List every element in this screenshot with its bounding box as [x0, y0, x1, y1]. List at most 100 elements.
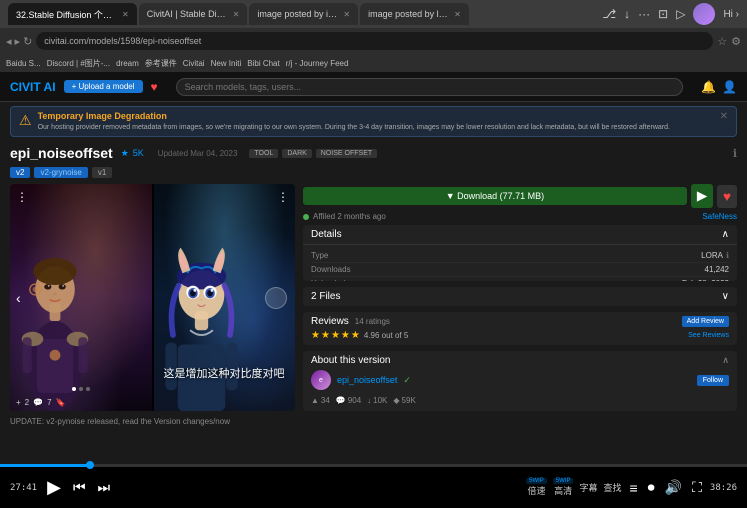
- left-image-more-btn[interactable]: ⋮: [16, 190, 28, 204]
- tab-image1[interactable]: image posted by imagep... ✕: [249, 3, 358, 25]
- bookmark-dream[interactable]: dream: [116, 59, 139, 68]
- bookmark-slides[interactable]: 参考课件: [145, 58, 177, 69]
- bookmark-civitai[interactable]: Civitai: [183, 59, 205, 68]
- image-overlay-text: 这是增加这种对比度对吧: [164, 365, 286, 381]
- favorite-button[interactable]: ♥: [717, 185, 737, 208]
- model-name: epi_noiseoffset: [10, 145, 113, 161]
- bookmark-bibichat[interactable]: Bibi Chat: [247, 59, 279, 68]
- user-avatar[interactable]: [693, 3, 715, 25]
- type-value-text: LORA: [701, 251, 723, 260]
- settings-icon[interactable]: ⚙: [731, 35, 741, 48]
- more-icon[interactable]: ···: [638, 7, 650, 21]
- civit-search-input[interactable]: [176, 78, 683, 96]
- download-count: 10K: [373, 396, 387, 405]
- image-nav-prev[interactable]: ‹: [16, 290, 21, 306]
- next-button[interactable]: ⏭: [96, 477, 113, 498]
- quality-control[interactable]: 5WIP 高清: [553, 478, 574, 497]
- social-stats: ▲ 34 💬 904 ↓ 10K ◆ 59K: [311, 394, 729, 407]
- version-v2[interactable]: v2: [10, 167, 30, 178]
- back-icon[interactable]: ◂: [6, 35, 12, 48]
- subtitle-control[interactable]: 字幕: [579, 481, 597, 494]
- image-grid: ⋮ ‹: [10, 184, 295, 411]
- version-v1[interactable]: v1: [92, 167, 112, 178]
- share-icon[interactable]: ⎇: [602, 7, 616, 21]
- download-row: ▼ Download (77.71 MB) ▶ ♥: [303, 184, 737, 208]
- prev-button[interactable]: ⏮: [71, 477, 88, 498]
- image-comment-count: 7: [47, 398, 51, 407]
- tag-noise-offset[interactable]: NOISE OFFSET: [316, 149, 377, 158]
- download-icon[interactable]: ↓: [624, 7, 630, 21]
- bookmark-discord[interactable]: Discord | #图片-...: [47, 58, 110, 69]
- user-menu-icon[interactable]: 👤: [722, 80, 737, 94]
- see-reviews-link[interactable]: See Reviews: [688, 332, 729, 339]
- notification-close-icon[interactable]: ✕: [720, 111, 728, 122]
- hi-label[interactable]: Hi ›: [723, 9, 739, 20]
- active-tab[interactable]: 32.Stable Diffusion 个人画风的训练培养... ✕: [8, 3, 137, 25]
- search-control[interactable]: 查找: [603, 481, 621, 494]
- progress-fill: [0, 464, 90, 467]
- tag-tool[interactable]: TOOL: [249, 149, 278, 158]
- screen-icon[interactable]: ⊡: [658, 7, 668, 21]
- favorites-icon[interactable]: ♥: [151, 80, 158, 94]
- volume-button[interactable]: 🔊: [663, 477, 684, 498]
- creator-name[interactable]: epi_noiseoffset: [337, 375, 397, 385]
- browser-chrome: 32.Stable Diffusion 个人画风的训练培养... ✕ Civit…: [0, 0, 747, 72]
- tag-dark[interactable]: DARK: [282, 149, 311, 158]
- bookmark-journey[interactable]: r/j - Journey Feed: [286, 59, 349, 68]
- fullscreen-button[interactable]: ⛶: [690, 477, 704, 498]
- downloads-value: 41,242: [705, 265, 729, 274]
- image-right[interactable]: 这是增加这种对比度对吧 ⋮: [154, 184, 296, 411]
- tab-image1-label: image posted by imagep...: [257, 9, 337, 19]
- stats-count: 5K: [133, 148, 144, 158]
- type-info-icon[interactable]: ℹ: [726, 251, 729, 260]
- upload-model-button[interactable]: + Upload a model: [64, 80, 143, 93]
- record-button[interactable]: ⏺: [646, 477, 657, 498]
- browser-controls: ⎇ ↓ ··· ⊡ ▷ Hi ›: [602, 3, 739, 25]
- detail-type-row: Type LORA ℹ: [311, 249, 729, 263]
- refresh-icon[interactable]: ↻: [23, 35, 32, 48]
- online-indicator: [303, 214, 309, 220]
- tab-image2-close[interactable]: ✕: [454, 10, 461, 19]
- version-v2-pynoise[interactable]: v2-grynoise: [34, 167, 87, 178]
- uploaded-label: Uploaded: [311, 279, 345, 281]
- image-left[interactable]: ⋮ ‹: [10, 184, 152, 411]
- download-button[interactable]: ▼ Download (77.71 MB): [303, 187, 687, 205]
- progress-bar[interactable]: [0, 464, 747, 467]
- info-icon[interactable]: ℹ: [733, 147, 737, 160]
- notification-title: Temporary Image Degradation: [38, 111, 714, 121]
- files-header[interactable]: 2 Files ∨: [303, 287, 737, 306]
- play-preview-button[interactable]: ▶: [691, 184, 713, 208]
- details-header[interactable]: Details ∧: [303, 225, 737, 245]
- playlist-button[interactable]: ≡: [627, 478, 639, 498]
- star-1: ★: [311, 330, 320, 341]
- play-pause-button[interactable]: ▶: [45, 475, 63, 500]
- character-right-svg: [154, 221, 249, 411]
- page-content: CIVIT AI + Upload a model ♥ 🔔 👤 ⚠ Tempor…: [0, 72, 747, 464]
- about-title: About this version: [311, 355, 391, 366]
- notification-icon[interactable]: 🔔: [701, 80, 716, 94]
- bookmark-newiniti[interactable]: New Initi: [211, 59, 242, 68]
- bookmark-icon[interactable]: ☆: [717, 35, 727, 48]
- tab-image2[interactable]: image posted by laklayyy... ✕: [360, 3, 469, 25]
- tab-civitai-close[interactable]: ✕: [233, 10, 240, 19]
- creator-avatar: e: [311, 370, 331, 390]
- tab-image1-close[interactable]: ✕: [343, 10, 350, 19]
- forward-icon[interactable]: ▸: [15, 35, 21, 48]
- follow-button[interactable]: Follow: [697, 375, 729, 386]
- comment-icon: 💬: [336, 396, 346, 405]
- civit-icons: 🔔 👤: [701, 80, 737, 94]
- model-updated: Updated Mar 04, 2023: [158, 149, 238, 158]
- right-image-more-btn[interactable]: ⋮: [277, 190, 289, 204]
- address-input[interactable]: [36, 32, 713, 50]
- warning-icon: ⚠: [19, 112, 32, 129]
- image-footer-icon2: 💬: [33, 398, 43, 407]
- add-review-button[interactable]: Add Review: [682, 316, 729, 327]
- image-thumb-circle[interactable]: [265, 287, 287, 309]
- tab-civitai[interactable]: CivitAI | Stable Diffusion m... ✕: [139, 3, 248, 25]
- speed-control[interactable]: 5WIP 倍速: [526, 478, 547, 497]
- details-collapse-icon: ∧: [722, 229, 729, 240]
- bookmark-baidu[interactable]: Baidu S...: [6, 59, 41, 68]
- tab-close-icon[interactable]: ✕: [122, 10, 129, 19]
- cast-icon[interactable]: ▷: [676, 7, 685, 21]
- other-count: 59K: [402, 396, 416, 405]
